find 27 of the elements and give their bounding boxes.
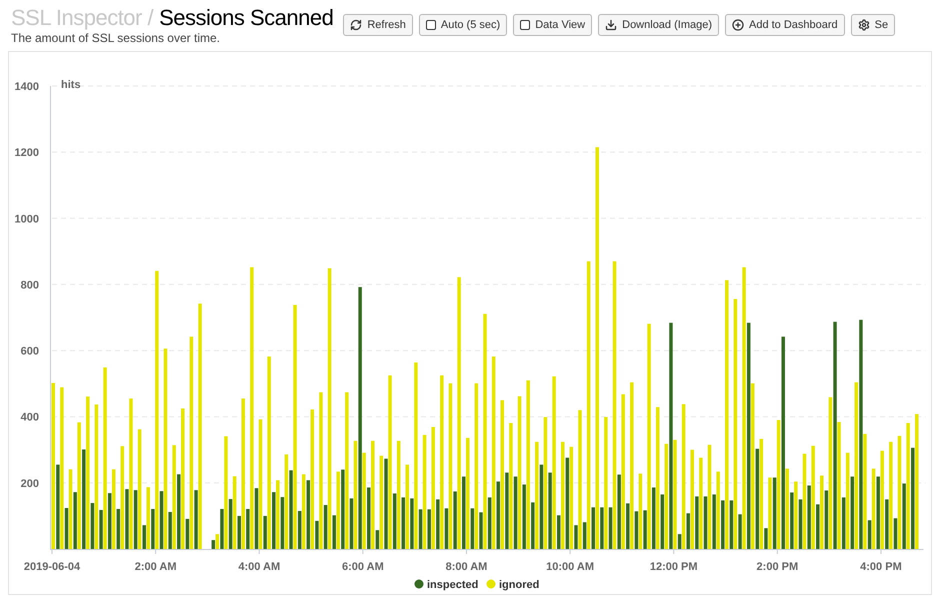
x-axis-label: 12:00 PM — [650, 561, 698, 573]
y-axis-label: 1000 — [14, 213, 39, 226]
page-subtitle: The amount of SSL sessions over time. — [11, 31, 221, 45]
toolbar-button[interactable]: Add to Dashboard — [725, 14, 845, 36]
toolbar-button[interactable]: Refresh — [343, 14, 413, 36]
legend-label[interactable]: inspected — [427, 579, 478, 591]
y-axis-label: 200 — [20, 478, 39, 490]
y-axis-label: 1400 — [14, 81, 39, 93]
toggle-button[interactable]: Data View — [513, 14, 592, 36]
y-axis-title: hits — [61, 79, 81, 91]
x-axis-label: 4:00 AM — [238, 561, 280, 573]
x-axis-label: 2:00 PM — [756, 561, 798, 573]
x-axis-label: 10:00 AM — [546, 561, 594, 573]
y-axis-label: 600 — [20, 346, 39, 358]
x-axis-label: 8:00 AM — [446, 561, 488, 573]
y-axis-label: 400 — [20, 412, 39, 424]
legend-label[interactable]: ignored — [499, 579, 540, 591]
x-axis-label: 4:00 PM — [860, 561, 902, 573]
toggle-button[interactable]: Auto (5 sec) — [418, 14, 508, 36]
toolbar-button[interactable]: Download (Image) — [598, 14, 719, 36]
y-axis-label: 800 — [20, 279, 39, 292]
x-axis-label: 2019-06-04 — [24, 561, 80, 573]
page-title: Sessions Scanned — [159, 4, 334, 32]
y-axis-label: 1200 — [14, 147, 39, 160]
x-axis-label: 6:00 AM — [342, 561, 384, 573]
toolbar-button[interactable]: Se — [850, 14, 896, 36]
x-axis-label: 2:00 AM — [134, 561, 176, 573]
